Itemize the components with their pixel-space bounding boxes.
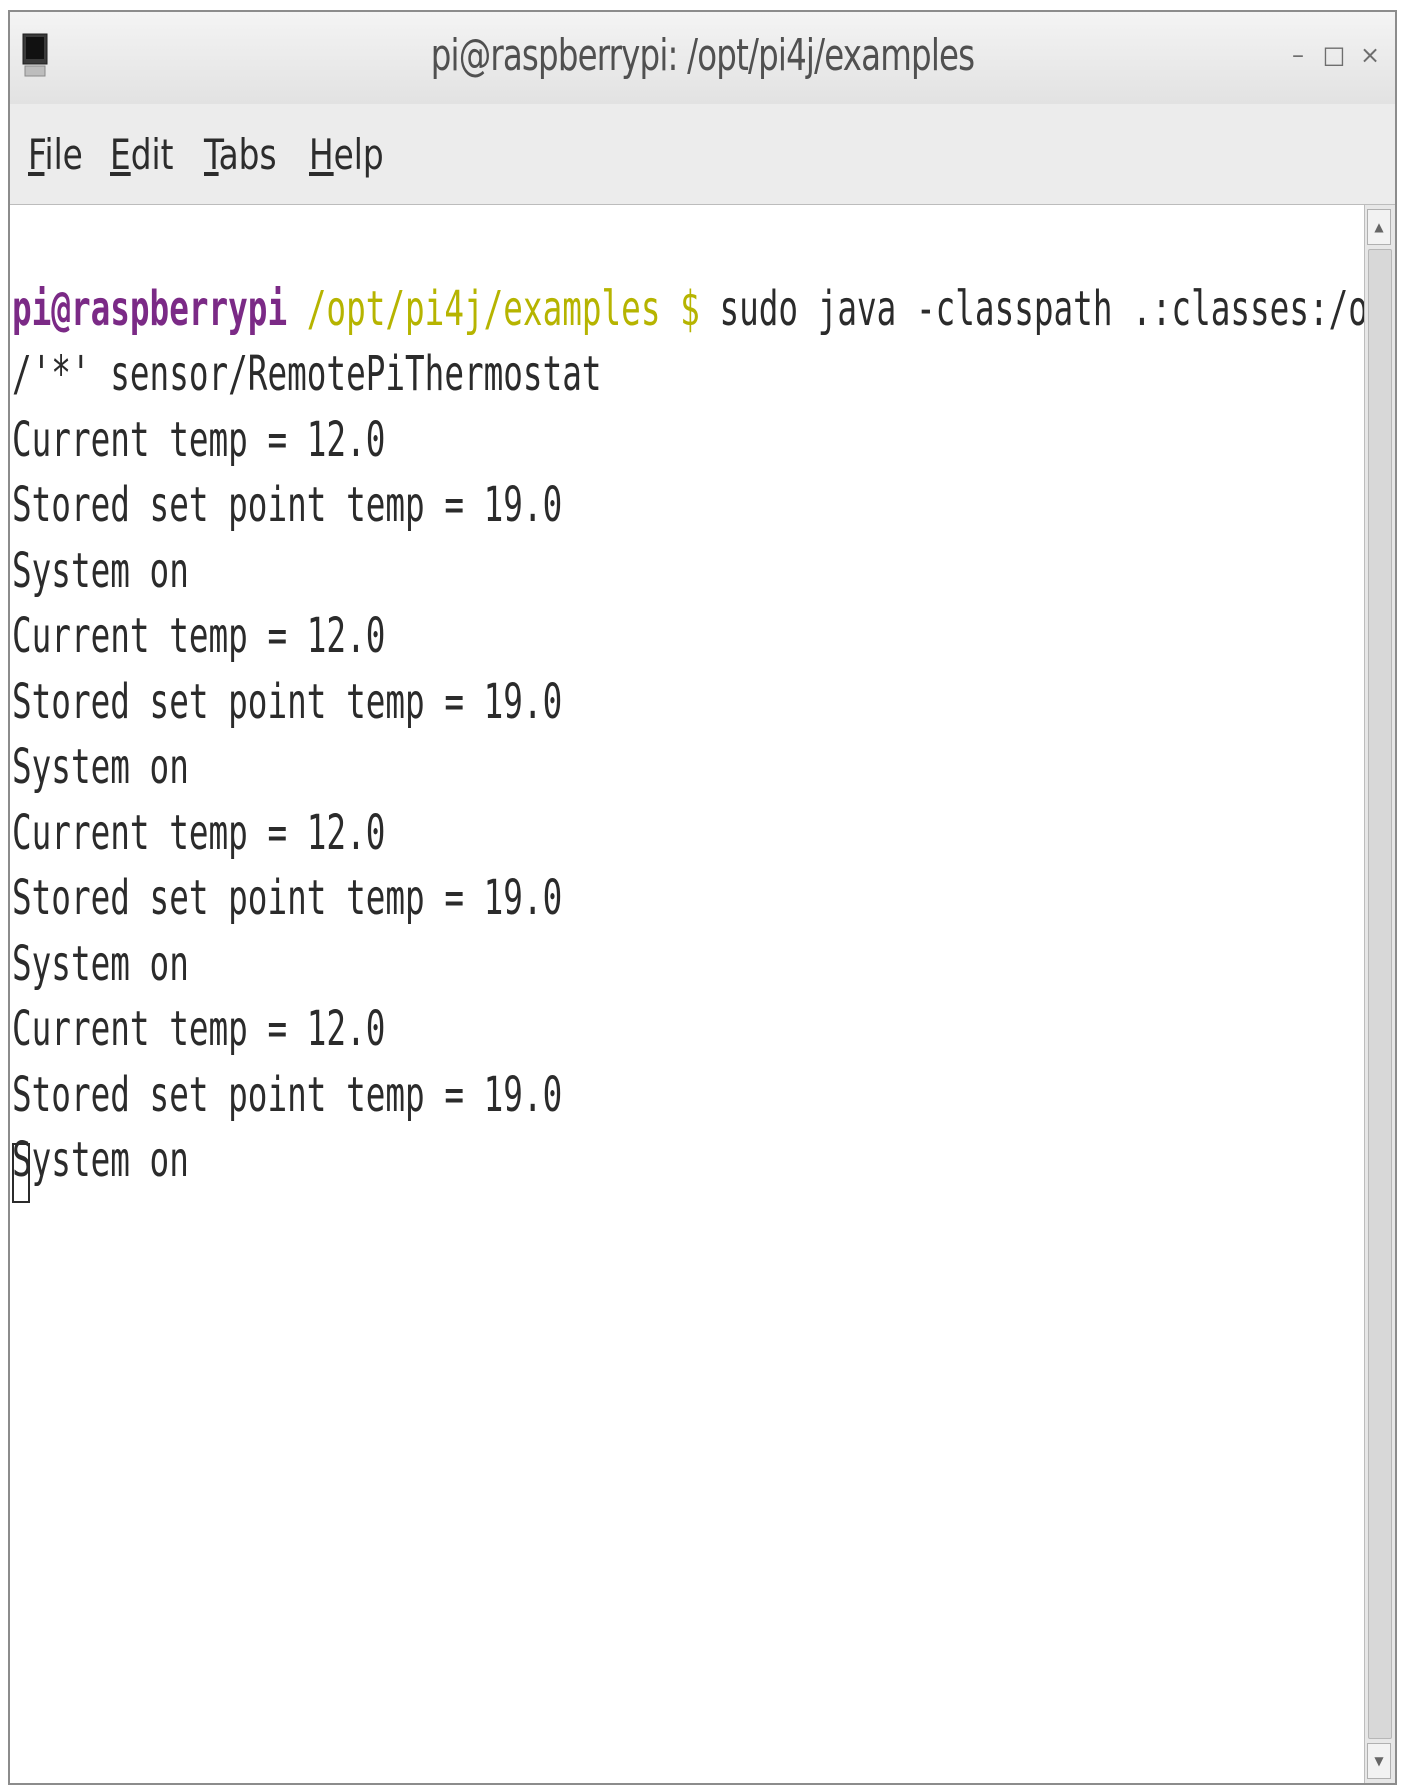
- prompt-line: pi@raspberrypi /opt/pi4j/examples $ sudo…: [12, 277, 1365, 343]
- menu-file[interactable]: File: [28, 130, 83, 179]
- output-line: Current temp = 12.0: [12, 411, 386, 468]
- title-bar[interactable]: pi@raspberrypi: /opt/pi4j/examples – □ ×: [10, 12, 1395, 105]
- window-title: pi@raspberrypi: /opt/pi4j/examples: [430, 30, 975, 81]
- output-line: /'*' sensor/RemotePiThermostat: [12, 346, 602, 402]
- scroll-up-button[interactable]: ▲: [1367, 209, 1391, 245]
- scroll-down-button[interactable]: ▼: [1367, 1743, 1391, 1779]
- output-line: System on: [12, 739, 189, 795]
- output-line: Current temp = 12.0: [12, 804, 386, 861]
- menu-help[interactable]: Help: [309, 130, 384, 179]
- output-line: Stored set point temp = 19.0: [12, 1066, 563, 1123]
- text-cursor: [12, 1143, 30, 1203]
- output-line: Current temp = 12.0: [12, 1001, 386, 1057]
- terminal-app-icon: [22, 33, 48, 77]
- scroll-thumb[interactable]: [1368, 249, 1392, 1739]
- close-button[interactable]: ×: [1359, 40, 1381, 70]
- terminal-output[interactable]: pi@raspberrypi /opt/pi4j/examples $ sudo…: [10, 205, 1365, 1783]
- output-line: Stored set point temp = 19.0: [12, 673, 563, 730]
- terminal-text: pi@raspberrypi /opt/pi4j/examples $ sudo…: [12, 211, 1365, 1325]
- terminal-window: pi@raspberrypi: /opt/pi4j/examples – □ ×…: [8, 10, 1397, 1785]
- prompt-user-host: pi@raspberrypi: [12, 280, 288, 337]
- prompt-command: sudo java -classpath .:classes:/opt/pi4j…: [719, 280, 1365, 337]
- output-line: Current temp = 12.0: [12, 608, 386, 664]
- prompt-sign: $: [680, 280, 700, 337]
- menu-edit[interactable]: Edit: [110, 130, 173, 179]
- output-line: System on: [12, 542, 189, 599]
- menu-tabs[interactable]: Tabs: [204, 130, 277, 179]
- minimize-button[interactable]: –: [1287, 40, 1309, 70]
- menu-bar: File Edit Tabs Help: [10, 104, 1395, 205]
- maximize-button[interactable]: □: [1323, 40, 1346, 70]
- output-line: System on: [12, 935, 189, 992]
- vertical-scrollbar[interactable]: ▲ ▼: [1364, 205, 1395, 1783]
- window-controls: – □ ×: [1287, 40, 1381, 70]
- prompt-cwd: /opt/pi4j/examples: [306, 280, 661, 337]
- output-line: Stored set point temp = 19.0: [12, 870, 563, 926]
- output-line: System on: [12, 1132, 189, 1188]
- output-line: Stored set point temp = 19.0: [12, 477, 563, 533]
